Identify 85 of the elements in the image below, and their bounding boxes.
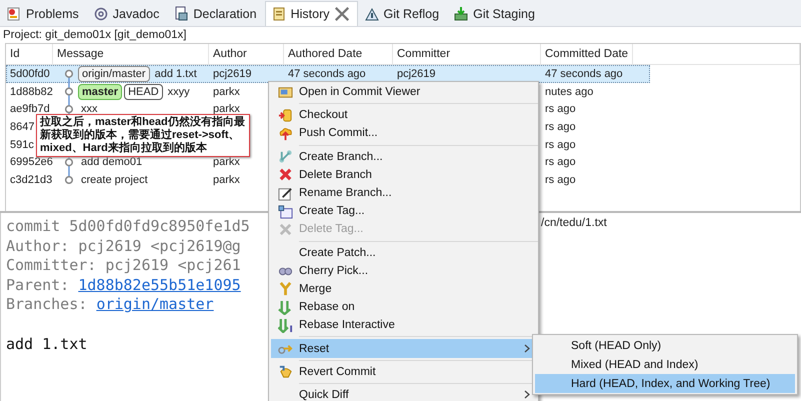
cloud-upload-icon — [278, 126, 292, 141]
view-tab[interactable]: Problems — [0, 1, 87, 26]
menu-item[interactable]: Mixed (HEAD and Index) — [535, 355, 795, 374]
menu-item[interactable]: Soft (HEAD Only) — [535, 336, 795, 355]
table-cell-text: rs ago — [544, 174, 576, 186]
table-cell-text: pcj2619 — [396, 68, 436, 80]
column-header[interactable]: Committer — [393, 44, 541, 64]
table-cell-text: 47 seconds ago — [544, 68, 623, 80]
detail-line: Committer: pcj2619 <pcj261 — [6, 256, 241, 276]
branch-icon — [278, 149, 292, 164]
table-cell-text: add 1.txt — [154, 68, 197, 80]
commit-link[interactable]: origin/master — [96, 295, 214, 314]
download-icon — [453, 6, 470, 22]
history-icon — [270, 6, 287, 22]
table-cell-text: rs ago — [544, 138, 576, 151]
table-cell-text: 69952e6 — [9, 156, 53, 168]
annotation-note: 拉取之后，master和head仍然没有指向最新获取到的版本，需要通过reset->soft、mixed、Hard来指向拉取到的版本 — [36, 114, 250, 157]
view-tab[interactable]: Git Reflog — [358, 1, 448, 26]
warning-list-icon — [6, 6, 22, 22]
table-cell-text: rs ago — [544, 156, 576, 168]
close-icon[interactable] — [334, 6, 350, 22]
delete-icon — [278, 222, 292, 237]
rebase-interactive-icon — [278, 318, 292, 333]
table-cell-text: 1d88b82 — [9, 86, 53, 98]
column-header[interactable]: Id — [6, 44, 53, 64]
table-cell-text: rs ago — [544, 120, 576, 133]
commit-message: add 1.txt — [6, 334, 88, 354]
menu-item[interactable]: Hard (HEAD, Index, and Working Tree) — [535, 374, 795, 393]
view-tab[interactable]: Git Staging — [447, 1, 543, 26]
table-cell-text: nutes ago — [544, 86, 594, 98]
table-cell-text: parkx — [212, 103, 240, 116]
selected-row[interactable]: 5d00fd0 origin/master add 1.txt pcj2619 47 seconds ago pcj2619 47 seconds ago — [6, 65, 650, 83]
menu-item[interactable]: Create Patch... — [271, 244, 536, 262]
detail-label: Branches: — [6, 295, 88, 314]
branch-label: HEAD — [124, 84, 163, 100]
table-cell-text: 8647 — [9, 120, 34, 133]
column-header[interactable]: Authored Date — [284, 44, 393, 64]
tag-icon — [278, 204, 292, 219]
document-icon — [173, 6, 190, 22]
table-cell-text: 47 seconds ago — [287, 68, 366, 80]
column-header[interactable]: Message — [53, 44, 209, 64]
menu-item[interactable]: Quick Diff — [271, 386, 536, 401]
menu-item[interactable]: Rebase Interactive — [271, 316, 536, 334]
menu-item[interactable]: Cherry Pick... — [271, 262, 536, 280]
table-cell-text: c3d21d3 — [9, 174, 52, 186]
pencil-icon — [278, 186, 292, 201]
menu-item[interactable]: Rebase on — [271, 298, 536, 316]
window-icon — [278, 84, 292, 100]
table-cell-text: rs ago — [544, 103, 576, 116]
table-cell-text: xxx — [80, 103, 98, 116]
branch-label: origin/master — [78, 66, 150, 82]
merge-icon — [278, 281, 292, 296]
column-header[interactable]: Committed Date — [541, 44, 633, 64]
detail-line: Author: pcj2619 <pcj2619@g — [6, 236, 241, 256]
table-cell-text: add demo01 — [80, 156, 142, 168]
table-cell-text: parkx — [212, 174, 240, 186]
table-cell-text: pcj2619 — [212, 68, 252, 80]
column-header[interactable]: Author — [209, 44, 284, 64]
rebase-icon — [278, 300, 292, 315]
commit-link[interactable]: 1d88b82e55b51e1095 — [78, 276, 241, 294]
table-cell-text: parkx — [212, 86, 240, 98]
table-cell-text: ae9fb7d — [9, 103, 50, 116]
menu-item[interactable]: Open in Commit Viewer — [271, 83, 536, 102]
detail-label: Parent: — [6, 276, 70, 294]
menu-item[interactable]: Checkout — [271, 106, 536, 124]
view-tab[interactable]: Javadoc — [86, 1, 168, 26]
triangle-icon — [364, 6, 380, 22]
view-tab[interactable]: Declaration — [167, 1, 265, 26]
menu-item[interactable]: Merge — [271, 280, 536, 298]
table-cell-text: create project — [80, 174, 148, 186]
menu-item[interactable]: Revert Commit — [271, 362, 536, 381]
branch-label: master — [78, 84, 122, 100]
menu-item[interactable]: Rename Branch... — [271, 184, 536, 202]
file-path[interactable]: /cn/tedu/1.txt — [541, 217, 607, 229]
table-cell-text: xxyy — [166, 86, 190, 98]
table-cell-text: 591c — [9, 138, 34, 151]
menu-item[interactable]: Create Tag... — [271, 202, 536, 220]
table-cell-text: parkx — [212, 156, 240, 168]
delete-icon — [278, 167, 292, 182]
menu-item[interactable]: Push Commit... — [271, 124, 536, 143]
menu-item[interactable]: Delete Branch — [271, 166, 536, 184]
table-cell-text: 5d00fd0 — [9, 68, 50, 80]
detail-line: commit 5d00fd0fd9c8950fe1d5 — [6, 217, 250, 237]
view-tab[interactable]: History — [264, 1, 358, 26]
menu-item[interactable]: Create Branch... — [271, 148, 536, 166]
